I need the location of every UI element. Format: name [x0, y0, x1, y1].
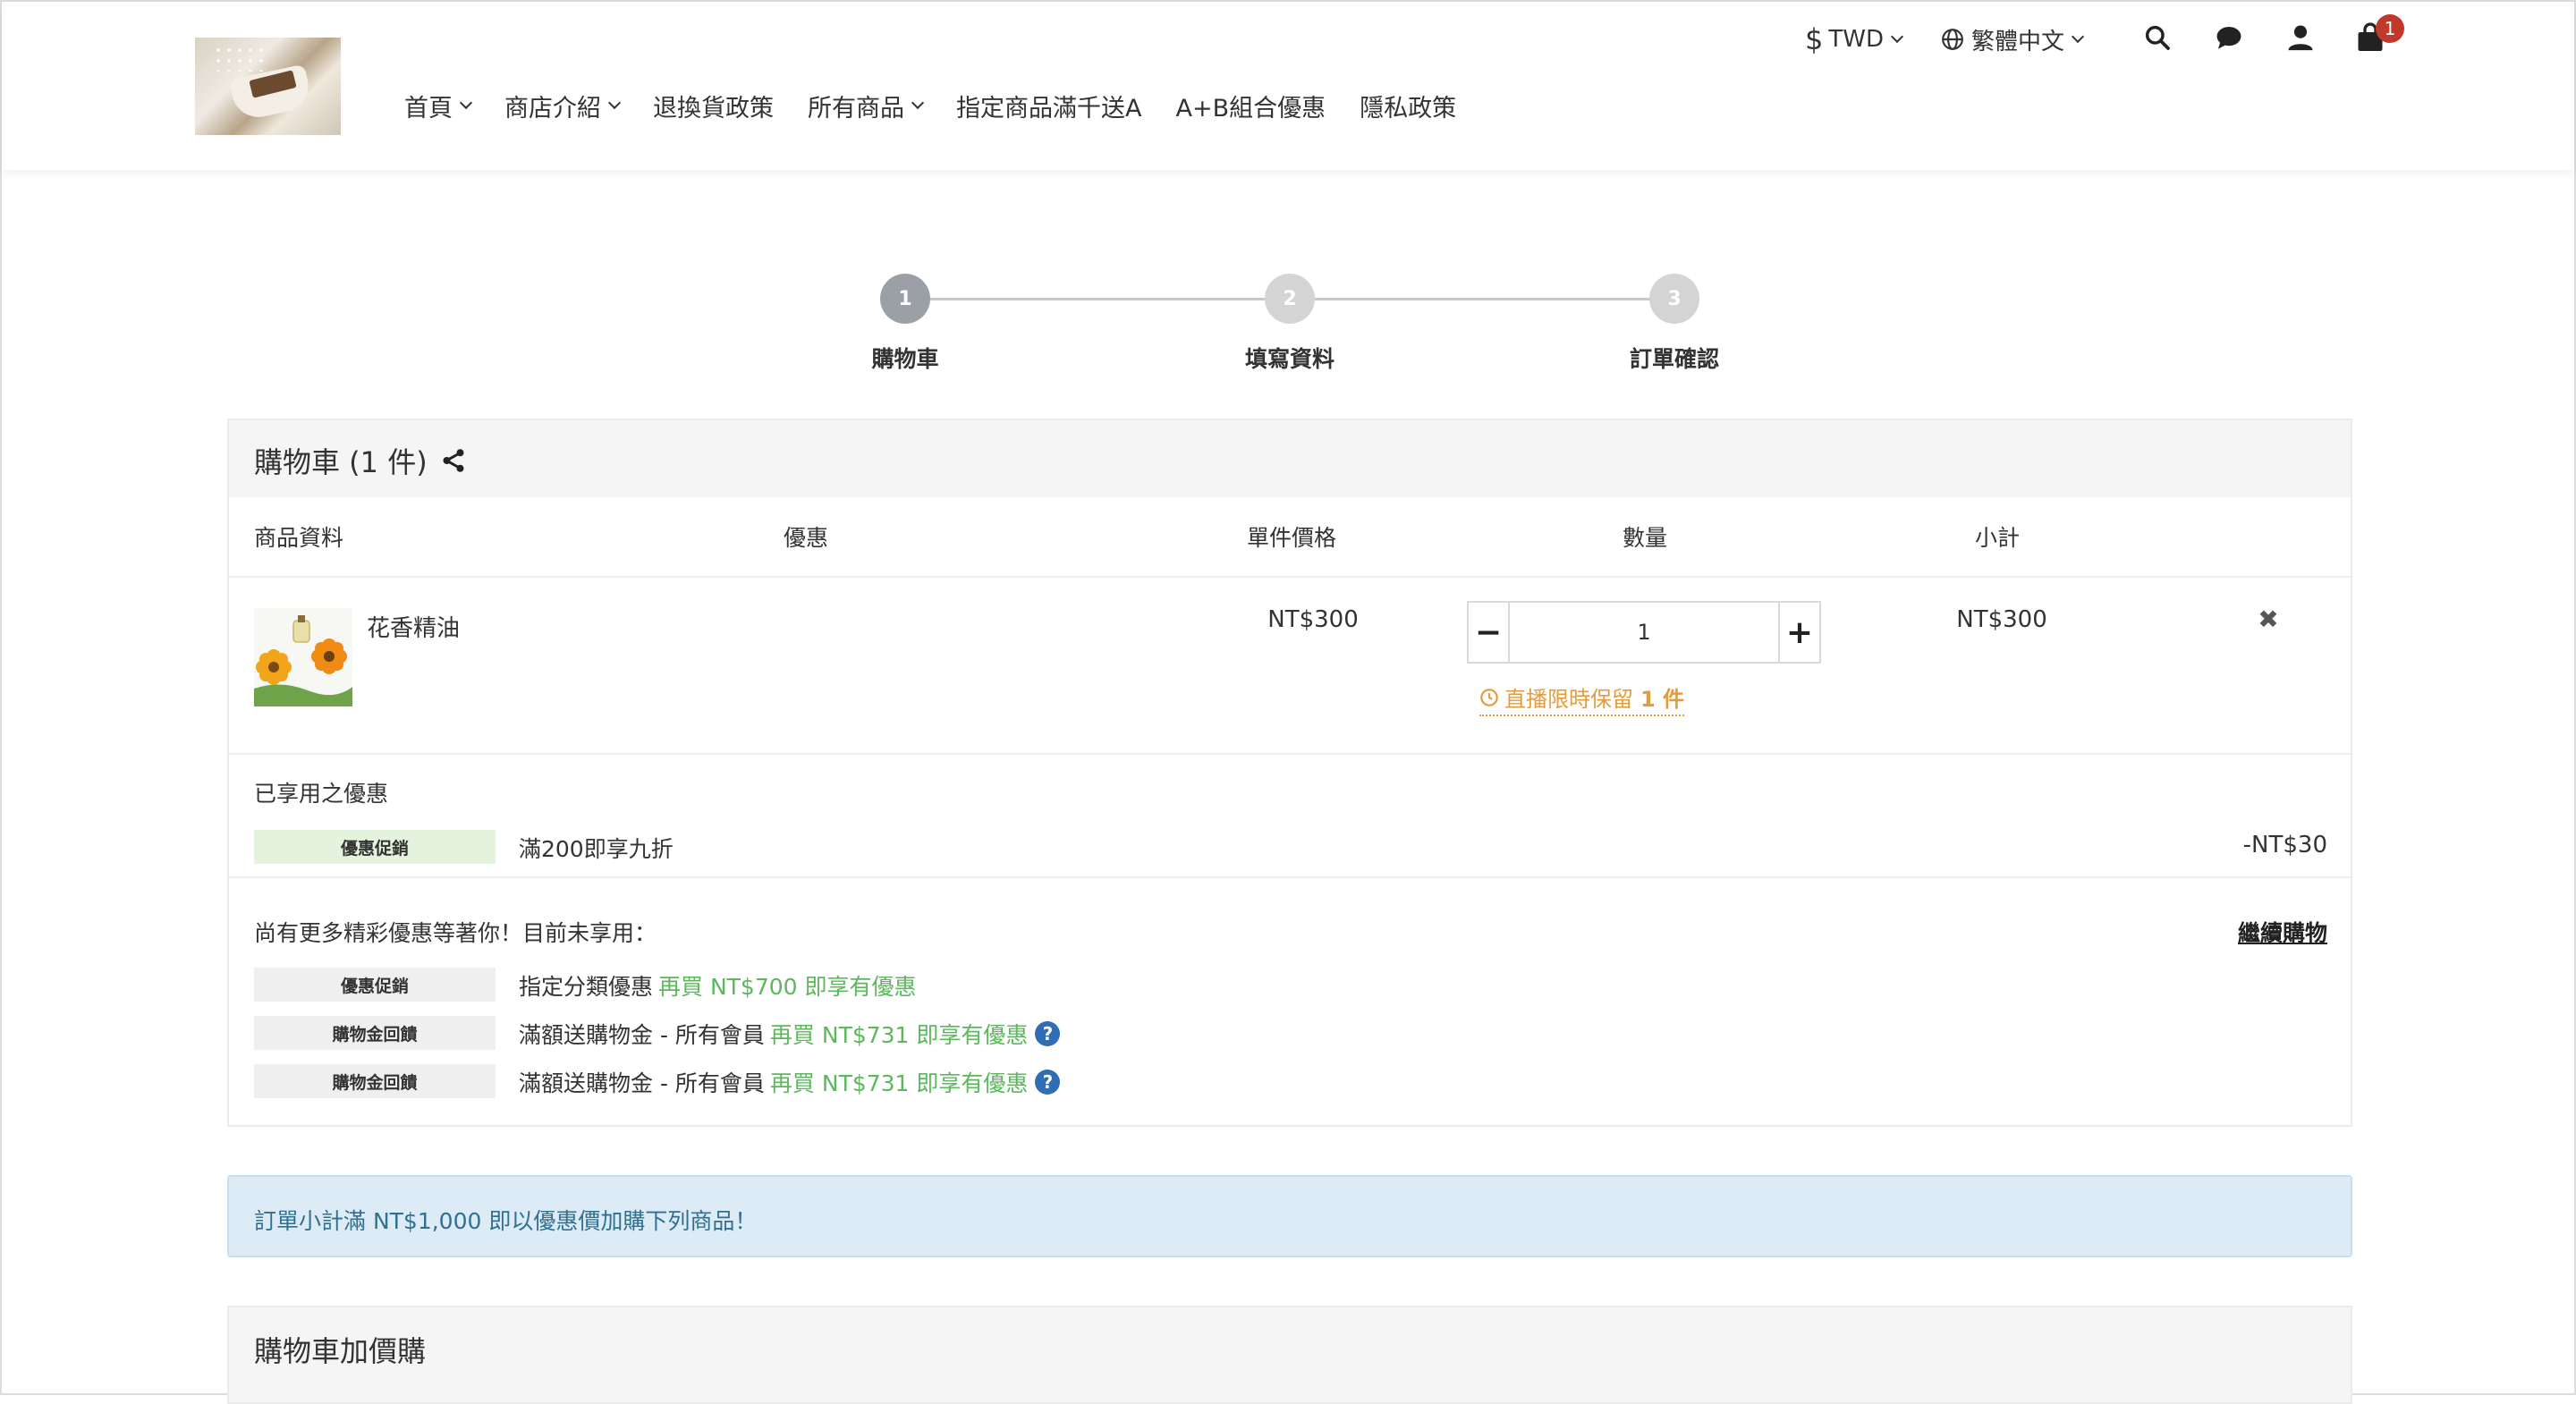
cart-title: 購物車 (1 件)	[254, 445, 428, 479]
cart-count-badge: 1	[2376, 14, 2404, 43]
step-3-indicator: 3	[1649, 274, 1699, 324]
nav-item-return-policy[interactable]: 退換貨政策	[653, 89, 774, 123]
unapplied-promo-item: 指定分類優惠 再買 NT$700 即享有優惠	[519, 974, 917, 1000]
more-promos-title: 尚有更多精彩優惠等著你！目前未享用：	[254, 920, 657, 946]
quantity-stepper: − +	[1467, 601, 1821, 664]
help-icon[interactable]: ?	[1035, 1021, 1061, 1046]
cart-panel: 購物車 (1 件) 商品資料 優惠 單件價格 數量 小計 花香精油 NT$300…	[227, 419, 2352, 1127]
store-logo[interactable]	[195, 38, 341, 135]
column-header-unit-price: 單件價格	[1247, 525, 1337, 551]
applied-promo-title: 已享用之優惠	[254, 781, 389, 807]
currency-selector[interactable]: $ TWD	[1805, 20, 1904, 59]
column-header-product: 商品資料	[254, 525, 344, 551]
product-unit-price: NT$300	[1267, 606, 1359, 633]
step-2-label: 填寫資料	[1244, 346, 1335, 372]
nav-item-all-products[interactable]: 所有商品	[808, 89, 925, 123]
quantity-input[interactable]	[1510, 603, 1778, 662]
nav-item-privacy[interactable]: 隱私政策	[1360, 89, 1456, 123]
chevron-down-icon	[459, 96, 473, 110]
applied-promo-text: 滿200即享九折	[519, 836, 674, 862]
applied-discount-amount: -NT$30	[2242, 832, 2327, 858]
step-connector	[905, 298, 1281, 300]
site-header: 首頁 商店介紹 退換貨政策 所有商品 指定商品滿千送A A+B組合優惠 隱私政策…	[2, 2, 2574, 170]
step-2-indicator: 2	[1265, 274, 1315, 324]
cashback-tag: 購物金回饋	[254, 1016, 496, 1050]
column-header-quantity: 數量	[1623, 525, 1668, 551]
step-1-label: 購物車	[871, 346, 939, 372]
chevron-down-icon	[911, 96, 925, 110]
reserve-notice: 直播限時保留 1 件	[1479, 681, 1685, 716]
step-3-label: 訂單確認	[1629, 346, 1719, 372]
addon-threshold-alert: 訂單小計滿 NT$1,000 即以優惠價加購下列商品！	[227, 1175, 2352, 1257]
unapplied-promo-item: 滿額送購物金 - 所有會員 再買 NT$731 即享有優惠 ?	[519, 1066, 1061, 1098]
clock-icon	[1479, 688, 1499, 707]
globe-icon	[1941, 28, 1964, 51]
chevron-down-icon	[607, 96, 622, 110]
product-subtotal: NT$300	[1956, 606, 2047, 633]
addon-section-header: 購物車加價購	[227, 1306, 2352, 1404]
nav-item-about[interactable]: 商店介紹	[504, 89, 622, 123]
product-name[interactable]: 花香精油	[367, 610, 460, 643]
main-nav: 首頁 商店介紹 退換貨政策 所有商品 指定商品滿千送A A+B組合優惠 隱私政策	[404, 88, 1490, 123]
remove-item-icon[interactable]: ✖	[2252, 603, 2284, 635]
help-icon[interactable]: ?	[1035, 1070, 1061, 1095]
share-icon[interactable]	[440, 447, 467, 474]
promo-tag: 優惠促銷	[254, 968, 496, 1002]
step-connector	[1292, 298, 1667, 300]
nav-item-promo-a[interactable]: 指定商品滿千送A	[956, 89, 1141, 123]
continue-shopping-link[interactable]: 繼續購物	[2238, 916, 2327, 948]
search-icon[interactable]	[2140, 20, 2175, 55]
cart-panel-header: 購物車 (1 件)	[229, 420, 2351, 497]
nav-item-home[interactable]: 首頁	[404, 89, 473, 123]
decrease-quantity-button[interactable]: −	[1469, 603, 1510, 662]
increase-quantity-button[interactable]: +	[1778, 603, 1819, 662]
chat-icon[interactable]	[2211, 20, 2247, 55]
product-thumbnail[interactable]	[254, 608, 352, 706]
user-icon[interactable]	[2283, 20, 2318, 55]
language-selector[interactable]: 繁體中文	[1941, 20, 2085, 59]
chevron-down-icon	[2071, 30, 2085, 44]
nav-item-combo[interactable]: A+B組合優惠	[1175, 89, 1326, 123]
chevron-down-icon	[1890, 30, 1904, 44]
unapplied-promo-item: 滿額送購物金 - 所有會員 再買 NT$731 即享有優惠 ?	[519, 1018, 1061, 1050]
step-1-indicator: 1	[880, 274, 930, 324]
column-header-promo: 優惠	[784, 525, 829, 551]
addon-section-title: 購物車加價購	[254, 1334, 427, 1368]
promo-tag: 優惠促銷	[254, 830, 496, 864]
dollar-icon: $	[1805, 22, 1824, 56]
column-header-subtotal: 小計	[1975, 525, 2021, 551]
page-frame: 首頁 商店介紹 退換貨政策 所有商品 指定商品滿千送A A+B組合優惠 隱私政策…	[0, 0, 2576, 1404]
cashback-tag: 購物金回饋	[254, 1064, 496, 1098]
